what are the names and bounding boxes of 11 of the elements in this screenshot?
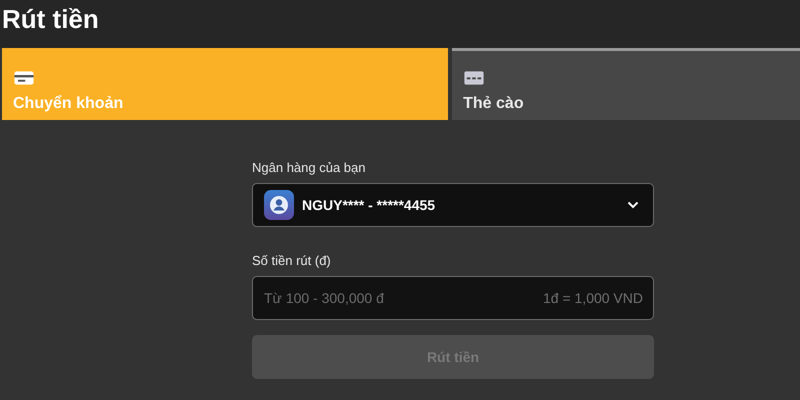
field-label: Ngân hàng của bạn [252, 160, 366, 175]
field-label: Số tiền rút (đ) [252, 253, 332, 268]
user-icon [264, 190, 294, 220]
exchange-rate-text: 1đ = 1,000 VND [542, 290, 643, 306]
bank-account-text: NGUY**** - *****4455 [302, 197, 436, 213]
chevron-down-icon [627, 201, 639, 209]
page-title: Rút tiền [0, 0, 800, 48]
bank-select[interactable]: NGUY**** - *****4455 [252, 183, 654, 227]
card-icon [463, 68, 486, 86]
credit-card-icon [13, 68, 35, 86]
tab[interactable]: Thẻ cào [452, 48, 800, 120]
